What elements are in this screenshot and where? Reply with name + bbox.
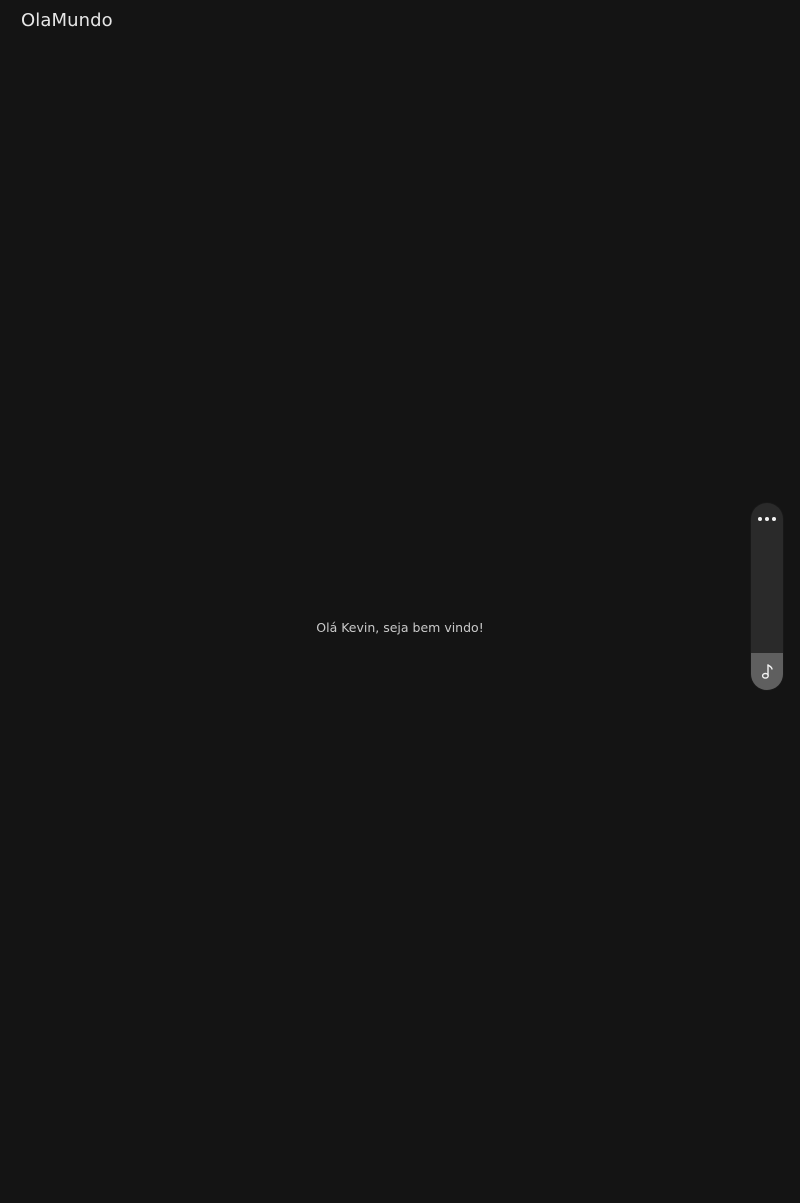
floating-side-panel — [751, 503, 783, 690]
more-options-button[interactable] — [751, 503, 783, 535]
more-horizontal-icon — [758, 517, 762, 521]
app-title: OlaMundo — [21, 10, 113, 31]
more-horizontal-icon-dot — [772, 517, 776, 521]
music-button[interactable] — [751, 653, 783, 690]
music-note-icon — [761, 663, 773, 679]
more-horizontal-icon-dot — [765, 517, 769, 521]
welcome-message: Olá Kevin, seja bem vindo! — [316, 620, 484, 635]
app-window: OlaMundo Olá Kevin, seja bem vindo! — [0, 0, 800, 1203]
